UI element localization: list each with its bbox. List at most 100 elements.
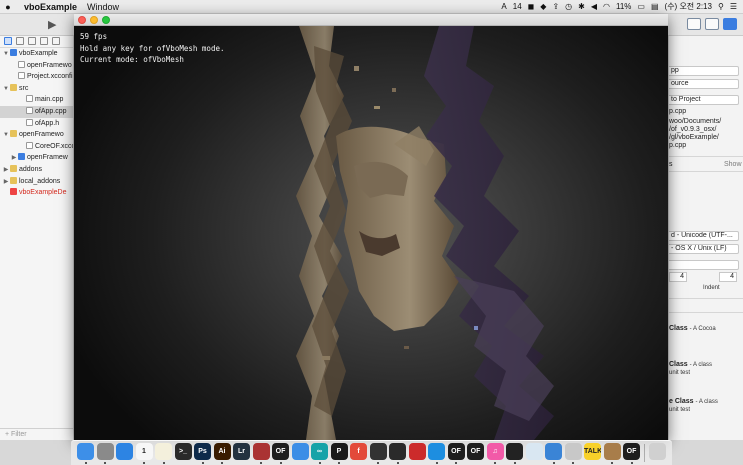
editor-mode-icon[interactable] — [687, 18, 701, 30]
file-tree-item-label: local_addons — [19, 177, 61, 185]
text-encoding-select[interactable]: d - Unicode (UTF-... — [669, 231, 739, 241]
running-indicator — [513, 462, 516, 464]
disclosure-closed-icon[interactable]: ▶ — [2, 177, 10, 188]
finder-icon[interactable] — [77, 443, 94, 460]
calendar-icon[interactable]: 1 — [135, 443, 153, 460]
minimize-window-button[interactable] — [90, 16, 98, 24]
debug-area-toggle-icon[interactable] — [705, 18, 719, 30]
menu-app-name[interactable]: vboExample — [24, 2, 77, 12]
navigator-filter[interactable]: + Filter — [0, 428, 74, 440]
location-select[interactable]: to Project — [669, 95, 739, 105]
menu-window[interactable]: Window — [87, 2, 119, 12]
itunes-icon[interactable]: ♫ — [486, 443, 504, 460]
bluetooth-icon[interactable]: ✱ — [578, 0, 585, 14]
preview-icon[interactable] — [525, 443, 543, 460]
file-type-select[interactable]: ource — [669, 79, 739, 89]
file-tree-item[interactable]: ▼ src — [0, 83, 73, 95]
image-app-icon[interactable] — [564, 443, 582, 460]
terminal-icon[interactable]: >_ — [174, 443, 192, 460]
indent-width-field[interactable]: 4 — [719, 272, 737, 282]
file-tree-item[interactable]: ▶ openFramew — [0, 152, 73, 164]
clock[interactable]: (수) 오전 2:13 — [665, 0, 712, 14]
talk-icon[interactable]: TALK — [584, 443, 601, 460]
processing-icon[interactable]: P — [330, 443, 348, 460]
file-tree-item[interactable]: ofApp.cpp — [0, 105, 73, 118]
template-3[interactable]: e Class - A class — [669, 398, 718, 406]
finder-stack-icon[interactable] — [545, 443, 562, 460]
close-window-button[interactable] — [78, 16, 86, 24]
line-endings-select[interactable]: - OS X / Unix (LF) — [669, 244, 739, 254]
input-method-indicator[interactable]: A — [501, 0, 506, 14]
battery-icon[interactable]: ▭ — [637, 0, 645, 14]
template-3-desc-2: unit test — [669, 407, 691, 413]
openframeworks-icon-3[interactable]: OF — [467, 443, 484, 460]
file-tree-item[interactable]: ▼ vboExample — [0, 48, 73, 60]
tab-width-field[interactable]: 4 — [669, 272, 687, 282]
template-2[interactable]: Class - A class — [669, 361, 712, 369]
file-tree-item[interactable]: ▶ addons — [0, 164, 73, 176]
trash-icon[interactable] — [648, 443, 666, 460]
vbo-example-window[interactable]: 59 fps Hold any key for ofVboMesh mode. … — [74, 14, 668, 440]
file-tree-item[interactable]: openFramewo — [0, 60, 73, 72]
file-tree-item[interactable]: ▶ local_addons — [0, 176, 73, 188]
indent-using-select[interactable] — [669, 260, 739, 270]
test-navigator-tab-icon[interactable] — [52, 37, 60, 45]
spotlight-search-icon[interactable]: ⚲ — [718, 0, 724, 14]
openframeworks-icon-4[interactable]: OF — [623, 443, 640, 460]
illustrator-icon[interactable]: Ai — [213, 443, 231, 460]
file-tree-item[interactable]: Project.xcconfi — [0, 71, 73, 83]
arduino-icon[interactable]: ∞ — [311, 443, 328, 460]
volume-icon[interactable]: ◀ — [591, 0, 597, 14]
run-button-icon[interactable]: ▶ — [48, 18, 56, 31]
upload-icon[interactable]: ⇪ — [552, 0, 559, 14]
file-name-field[interactable]: pp — [669, 66, 739, 76]
show-link[interactable]: Show — [724, 161, 742, 169]
symbol-navigator-tab-icon[interactable] — [16, 37, 24, 45]
render-canvas[interactable]: 59 fps Hold any key for ofVboMesh mode. … — [74, 26, 668, 440]
search-navigator-tab-icon[interactable] — [28, 37, 36, 45]
file-tree-item[interactable]: main.cpp — [0, 94, 73, 106]
template-1[interactable]: Class - A Cocoa — [669, 325, 716, 333]
file-tree-item[interactable]: vboExampleDe — [0, 187, 73, 199]
downloads-folder-icon[interactable] — [603, 443, 621, 460]
chat-icon[interactable]: ◼ — [528, 0, 535, 14]
sublime-f-icon[interactable]: f — [350, 443, 367, 460]
disclosure-open-icon[interactable]: ▼ — [2, 49, 10, 60]
app-grid-icon[interactable] — [252, 443, 270, 460]
window-title-bar[interactable] — [74, 14, 668, 26]
openframeworks-icon-2[interactable]: OF — [447, 443, 465, 460]
utilities-toggle-icon[interactable] — [723, 18, 737, 30]
notification-center-icon[interactable]: ☰ — [730, 0, 737, 14]
photoshop-icon[interactable]: Ps — [194, 443, 211, 460]
file-tree-item[interactable]: ▼ openFramewo — [0, 129, 73, 141]
file-tree-item[interactable]: CoreOF.xcco — [0, 141, 73, 153]
flag-icon[interactable]: ▤ — [651, 0, 659, 14]
brackets-icon[interactable] — [369, 443, 387, 460]
battery-level[interactable]: 11% — [616, 0, 631, 14]
apple-logo-icon[interactable]: ● — [0, 2, 16, 12]
disclosure-closed-icon[interactable]: ▶ — [2, 165, 10, 176]
app-store-icon[interactable] — [291, 443, 309, 460]
openframeworks-icon[interactable]: OF — [272, 443, 289, 460]
project-navigator-tab-icon[interactable] — [4, 37, 12, 45]
file-tree-item[interactable]: ofApp.h — [0, 118, 73, 130]
blue-app-icon[interactable] — [428, 443, 445, 460]
notification-count[interactable]: 14 — [513, 0, 522, 14]
mesh-strip-left — [296, 26, 352, 440]
red-arrow-icon[interactable] — [408, 443, 426, 460]
quicktime-icon[interactable] — [506, 443, 523, 460]
launchpad-icon[interactable] — [96, 443, 114, 460]
disclosure-open-icon[interactable]: ▼ — [2, 130, 10, 141]
zoom-window-button[interactable] — [102, 16, 110, 24]
disclosure-open-icon[interactable]: ▼ — [2, 84, 10, 95]
issue-navigator-tab-icon[interactable] — [40, 37, 48, 45]
notes-icon[interactable] — [155, 443, 172, 460]
safari-icon[interactable] — [116, 443, 133, 460]
time-machine-icon[interactable]: ◷ — [565, 0, 572, 14]
wifi-icon[interactable]: ◠ — [603, 0, 610, 14]
dark-app-icon[interactable] — [389, 443, 406, 460]
filter-input[interactable]: Filter — [11, 431, 27, 438]
dropbox-icon[interactable]: ◆ — [540, 0, 546, 14]
lightroom-icon[interactable]: Lr — [233, 443, 250, 460]
disclosure-closed-icon[interactable]: ▶ — [10, 153, 18, 164]
